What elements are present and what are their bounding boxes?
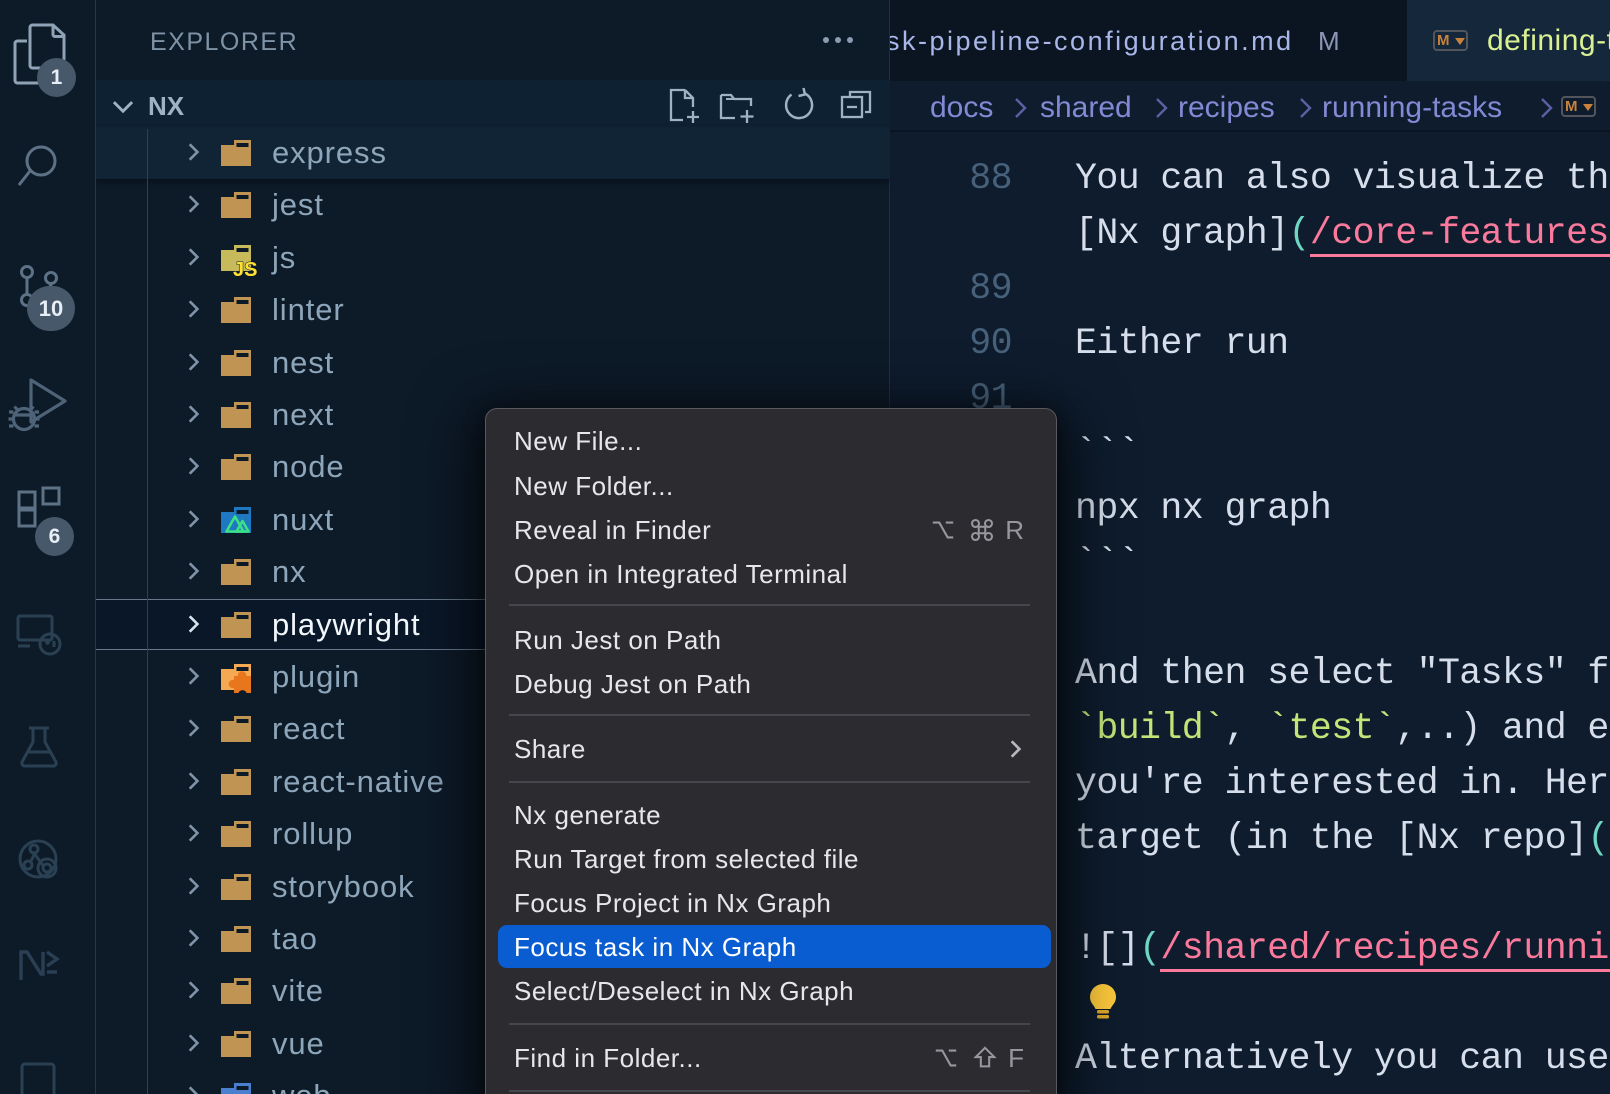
svg-text:JS: JS — [233, 259, 257, 278]
